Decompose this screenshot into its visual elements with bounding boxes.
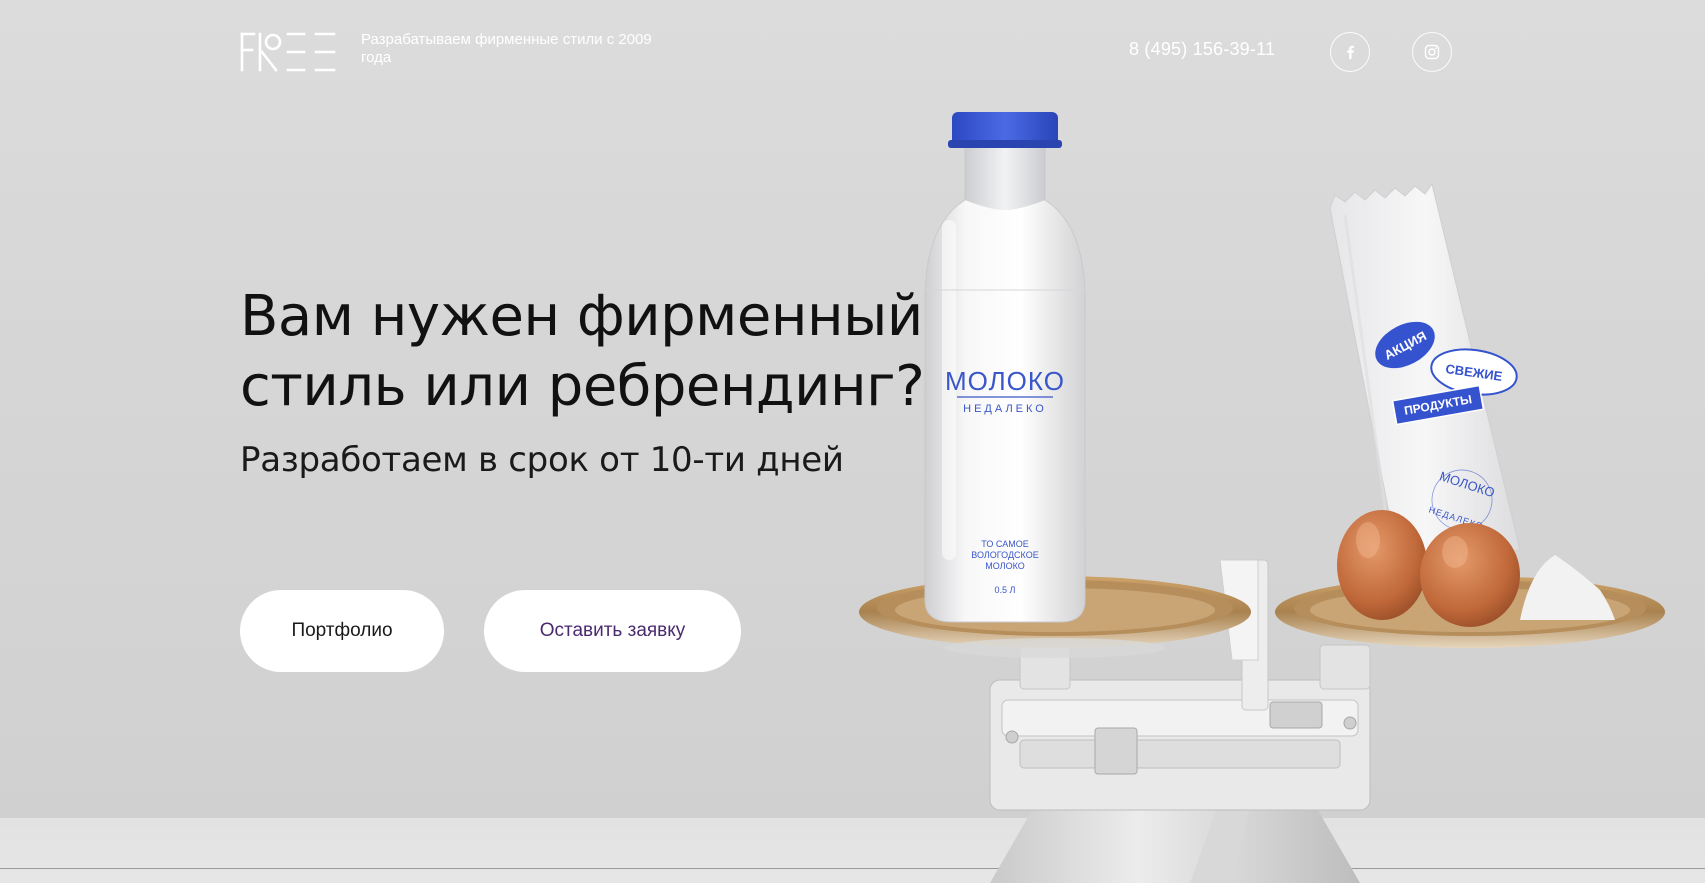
header-tagline: Разрабатываем фирменные стили с 2009 год… [361,31,652,66]
hero-illustration: МОЛОКО НЕДАЛЕКО ТО САМОЕ ВОЛОГОДСКОЕ МОЛ… [859,112,1665,883]
facebook-icon [1347,45,1354,59]
hero-title: Вам нужен фирменный стиль или ребрендинг… [240,282,940,422]
header-phone-link[interactable]: 8 (495) 156-39-11 [1129,39,1275,60]
bottle-sub-label: НЕДАЛЕКО [963,403,1047,415]
bottle-brand-label: МОЛОКО [945,366,1065,396]
facebook-button[interactable] [1330,32,1370,72]
hero-title-line-2: стиль или ребрендинг? [240,354,925,419]
free-logo[interactable] [240,32,336,72]
bottle-volume-label: 0.5 Л [995,585,1016,595]
instagram-icon [1424,44,1440,60]
bottle-note-line-3: МОЛОКО [985,561,1024,571]
bottle-note-line-2: ВОЛОГОДСКОЕ [971,550,1038,560]
instagram-button[interactable] [1412,32,1452,72]
hero-title-line-1: Вам нужен фирменный [240,284,923,349]
request-button[interactable]: Оставить заявку [484,590,741,672]
hero-subtitle: Разработаем в срок от 10-ти дней [240,440,844,480]
portfolio-button[interactable]: Портфолио [240,590,444,672]
bottle-note-line-1: ТО САМОЕ [981,539,1028,549]
